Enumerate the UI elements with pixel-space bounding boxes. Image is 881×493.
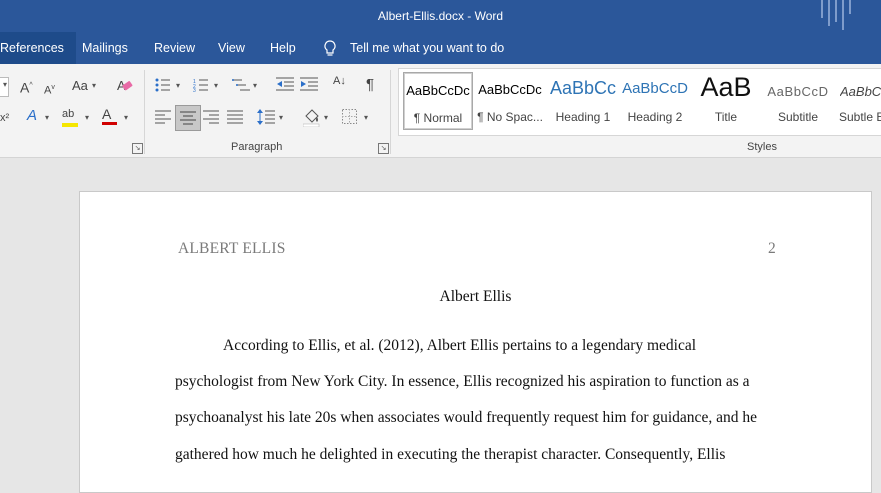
style-normal-name: ¶ Normal (413, 111, 463, 125)
font-color-label: A (102, 106, 112, 122)
chevron-down-icon: ▾ (85, 113, 90, 122)
style-normal[interactable]: AaBbCcDc ¶ Normal (403, 72, 473, 130)
group-divider (144, 70, 145, 154)
bullets-icon[interactable] (155, 78, 171, 92)
chevron-down-icon: ▾ (364, 113, 369, 122)
text-effects-label: A (27, 107, 38, 124)
style-no-spacing-name: ¶ No Spac... (477, 110, 543, 124)
chevron-down-icon: ▾ (176, 81, 181, 90)
tab-view[interactable]: View (218, 32, 245, 64)
line-spacing-icon[interactable] (257, 108, 275, 126)
multilevel-list-icon[interactable] (232, 78, 250, 92)
show-marks-label: ¶ (366, 76, 375, 93)
decrease-indent-icon[interactable] (276, 77, 294, 92)
superscript-icon[interactable]: x² (0, 110, 9, 126)
body-line: psychologist from New York City. In esse… (175, 373, 750, 390)
lightbulb-icon (324, 40, 336, 56)
change-case-label: Aa (72, 78, 88, 93)
grow-font-label: A (20, 79, 30, 96)
document-area[interactable]: ALBERT ELLIS 2 Albert Ellis According to… (0, 158, 881, 493)
ribbon-tab-bar: References Mailings Review View Help Tel… (0, 32, 881, 64)
chevron-down-icon: ▾ (253, 81, 258, 90)
tab-mailings[interactable]: Mailings (82, 32, 128, 64)
text-effects-icon[interactable]: A (27, 108, 37, 124)
ribbon: ▾ A^ Av Aa ▾ A x² A ▾ ab ▾ A ▾ ↘ ▾ 123 ▾… (0, 64, 881, 158)
style-normal-preview: AaBbCcDc (406, 83, 470, 98)
style-heading-2-name: Heading 2 (627, 110, 683, 124)
chevron-down-icon: ▾ (45, 113, 50, 122)
style-heading-1-preview: AaBbCc (549, 78, 617, 98)
chevron-down-icon: ▾ (2, 80, 7, 89)
highlight-label: ab (62, 108, 75, 120)
highlight-icon[interactable]: ab (62, 106, 78, 127)
document-heading: Albert Ellis (439, 288, 512, 305)
superscript-label: x² (0, 112, 10, 124)
align-center-icon (180, 111, 196, 125)
style-heading-2[interactable]: AaBbCcD Heading 2 (621, 72, 689, 128)
style-title[interactable]: AaB Title (692, 72, 760, 128)
grow-font-icon[interactable]: A^ (20, 78, 33, 96)
change-case-icon[interactable]: Aa (72, 78, 88, 94)
style-no-spacing[interactable]: AaBbCcDc ¶ No Spac... (476, 72, 544, 128)
increase-indent-icon[interactable] (300, 77, 318, 92)
style-subtle-emphasis-preview: AaBbCcD (840, 84, 881, 99)
style-subtitle-preview: AaBbCcD (767, 84, 829, 99)
align-center-button[interactable] (175, 105, 201, 131)
style-subtle-emphasis-name: Subtle E (839, 110, 881, 124)
style-heading-1[interactable]: AaBbCc Heading 1 (549, 72, 617, 128)
shading-icon[interactable] (303, 107, 321, 127)
document-page[interactable]: ALBERT ELLIS 2 Albert Ellis According to… (79, 191, 872, 493)
tab-help[interactable]: Help (270, 32, 296, 64)
align-left-icon[interactable] (155, 110, 171, 124)
paragraph-dialog-launcher-icon[interactable]: ↘ (378, 143, 389, 154)
show-formatting-marks-icon[interactable]: ¶ (366, 77, 374, 93)
chevron-down-icon: ▾ (279, 113, 284, 122)
chevron-down-icon: ▾ (124, 113, 129, 122)
borders-icon[interactable] (342, 109, 357, 124)
justify-icon[interactable] (227, 110, 243, 124)
style-title-name: Title (714, 110, 738, 124)
font-color-icon[interactable]: A (102, 106, 117, 125)
chevron-down-icon: ▾ (214, 81, 219, 90)
page-number: 2 (768, 240, 776, 257)
font-color-swatch (102, 122, 117, 125)
style-subtle-emphasis[interactable]: AaBbCcD Subtle E (836, 72, 881, 128)
group-divider (390, 70, 391, 154)
numbering-icon[interactable]: 123 (193, 78, 209, 92)
align-right-icon[interactable] (203, 110, 219, 124)
decorative-bars-icon (821, 0, 851, 30)
highlight-color-swatch (62, 123, 78, 127)
font-size-dropdown[interactable]: ▾ (0, 77, 9, 97)
tab-references[interactable]: References (0, 32, 76, 64)
tell-me-search[interactable]: Tell me what you want to do (350, 32, 504, 64)
style-subtitle[interactable]: AaBbCcD Subtitle (764, 72, 832, 128)
body-line: psychoanalyst his late 20s when associat… (175, 409, 757, 426)
tab-review[interactable]: Review (154, 32, 195, 64)
title-bar: Albert-Ellis.docx - Word (0, 0, 881, 32)
font-dialog-launcher-icon[interactable]: ↘ (132, 143, 143, 154)
running-head: ALBERT ELLIS (178, 240, 286, 257)
chevron-down-icon: ▾ (92, 81, 97, 90)
clear-formatting-icon[interactable]: A (116, 76, 134, 94)
chevron-down-icon: ▾ (324, 113, 329, 122)
style-heading-1-name: Heading 1 (555, 110, 611, 124)
window-title: Albert-Ellis.docx - Word (377, 9, 504, 23)
paragraph-group-label: Paragraph (231, 141, 283, 153)
style-subtitle-name: Subtitle (777, 110, 819, 124)
style-heading-2-preview: AaBbCcD (622, 80, 688, 97)
body-line: gathered how much he delighted in execut… (175, 446, 726, 463)
body-line: According to Ellis, et al. (2012), Alber… (223, 337, 697, 354)
sort-label: A↓ (333, 75, 346, 87)
style-title-preview: AaB (700, 72, 752, 102)
styles-group-label: Styles (747, 141, 777, 153)
style-no-spacing-preview: AaBbCcDc (478, 82, 542, 97)
sort-icon[interactable]: A↓ (333, 75, 346, 87)
shrink-font-icon[interactable]: Av (44, 80, 55, 99)
svg-text:3: 3 (193, 88, 196, 92)
